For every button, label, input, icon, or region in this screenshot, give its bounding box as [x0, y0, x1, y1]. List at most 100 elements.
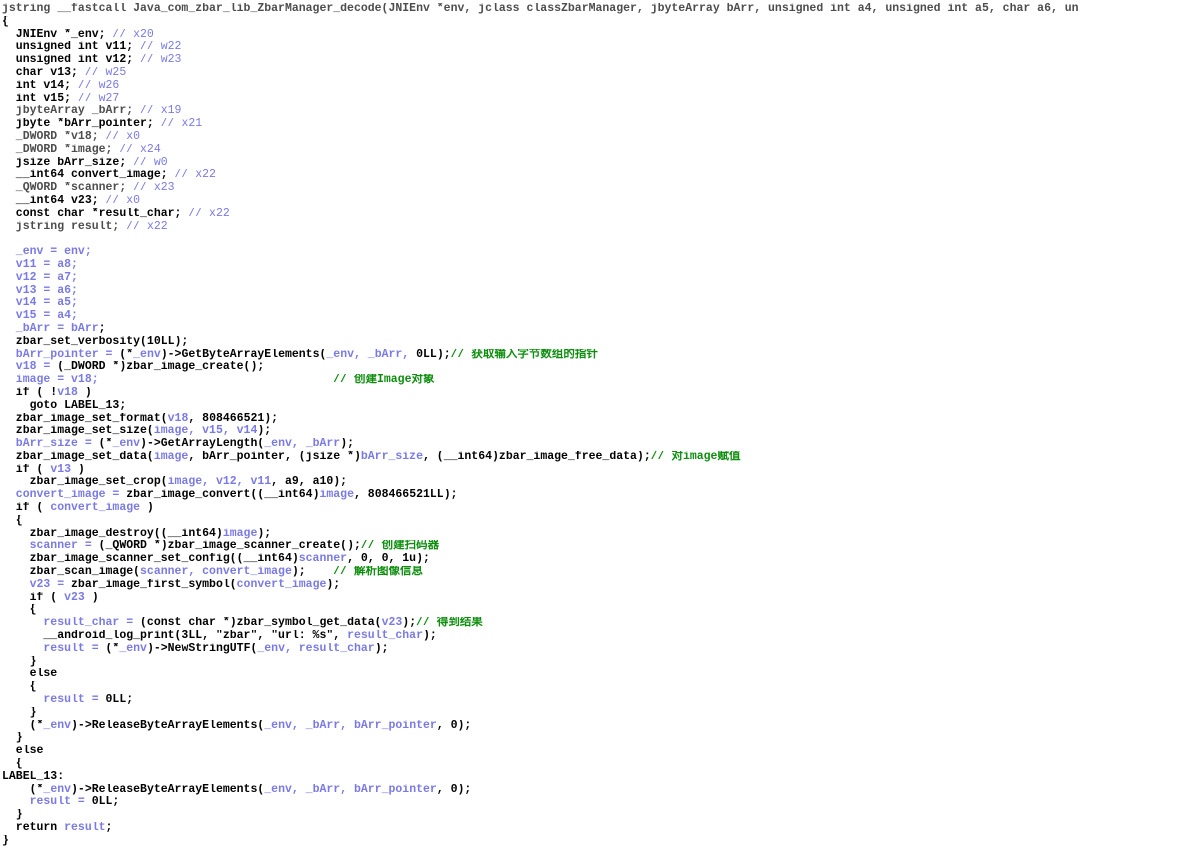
code-line[interactable]: result = 0LL; [2, 694, 1200, 707]
code-line[interactable]: v12 = a7; [2, 272, 1200, 285]
code-token: (* [2, 783, 44, 796]
code-line[interactable]: jstring __fastcall Java_com_zbar_lib_Zba… [2, 3, 1200, 16]
code-line[interactable]: jbyteArray _bArr; // x19 [2, 105, 1200, 118]
code-line[interactable]: zbar_image_scanner_set_config((__int64)s… [2, 553, 1200, 566]
code-line[interactable]: v15 = a4; [2, 310, 1200, 323]
code-token: v18 [57, 386, 78, 399]
code-line[interactable] [2, 233, 1200, 246]
code-line[interactable]: if ( !v18 ) [2, 387, 1200, 400]
code-line[interactable]: unsigned int v11; // w22 [2, 41, 1200, 54]
code-line[interactable]: __int64 v23; // x0 [2, 195, 1200, 208]
code-line[interactable]: LABEL_13: [2, 771, 1200, 784]
code-line[interactable]: zbar_set_verbosity(10LL); [2, 336, 1200, 349]
code-token: { [2, 15, 9, 28]
code-line[interactable]: _DWORD *image; // x24 [2, 144, 1200, 157]
code-token: zbar_image_set_size( [2, 425, 154, 438]
code-line[interactable]: (*_env)->ReleaseByteArrayElements(_env, … [2, 784, 1200, 797]
code-token: 0LL); [409, 348, 451, 361]
code-line[interactable]: _env = env; [2, 246, 1200, 259]
code-line[interactable]: { [2, 16, 1200, 29]
code-line[interactable]: __android_log_print(3LL, "zbar", "url: %… [2, 630, 1200, 643]
code-line[interactable]: if ( v23 ) [2, 592, 1200, 605]
code-line[interactable]: _QWORD *scanner; // x23 [2, 182, 1200, 195]
code-line[interactable]: { [2, 604, 1200, 617]
code-line[interactable]: v11 = a8; [2, 259, 1200, 272]
code-line[interactable]: jbyte *bArr_pointer; // x21 [2, 118, 1200, 131]
code-line[interactable]: _DWORD *v18; // x0 [2, 131, 1200, 144]
code-line[interactable]: scanner = (_QWORD *)zbar_image_scanner_c… [2, 540, 1200, 553]
code-line[interactable]: JNIEnv *_env; // x20 [2, 29, 1200, 42]
code-line[interactable]: if ( convert_image ) [2, 502, 1200, 515]
code-line[interactable]: _bArr = bArr; [2, 323, 1200, 336]
code-token: else [2, 745, 44, 758]
code-token: return [2, 822, 65, 834]
code-line[interactable]: convert_image = zbar_image_convert((__in… [2, 489, 1200, 502]
code-token: jsize bArr_size; [2, 156, 134, 169]
code-line[interactable]: result_char = (const char *)zbar_symbol_… [2, 617, 1200, 630]
code-line[interactable]: bArr_pointer = (*_env)->GetByteArrayElem… [2, 349, 1200, 362]
code-token: (* [2, 719, 44, 732]
code-line[interactable]: unsigned int v12; // w23 [2, 54, 1200, 67]
code-line[interactable]: (*_env)->ReleaseByteArrayElements(_env, … [2, 720, 1200, 733]
code-token: bArr_size [360, 450, 423, 463]
code-token: { [2, 604, 37, 617]
code-token: } [2, 809, 23, 822]
code-comment: // x22 [188, 207, 230, 220]
code-line[interactable]: image = v18; // 创建Image对象 [2, 374, 1200, 387]
code-line[interactable]: } [2, 707, 1200, 720]
code-token: zbar_scan_image( [2, 566, 141, 579]
code-line[interactable]: v23 = zbar_image_first_symbol(convert_im… [2, 579, 1200, 592]
code-token: LABEL_13: [2, 770, 65, 783]
code-line[interactable]: } [2, 809, 1200, 822]
code-token: __android_log_print(3LL, "zbar", "url: %… [2, 630, 348, 643]
code-line[interactable]: return result; [2, 822, 1200, 835]
code-line[interactable]: { [2, 681, 1200, 694]
code-line[interactable]: zbar_image_set_crop(image, v12, v11, a9,… [2, 476, 1200, 489]
code-token: v18 [167, 412, 189, 425]
code-token: JNIEnv *_env; [2, 28, 113, 41]
code-comment: // 创建Image对象 [333, 374, 435, 387]
code-line[interactable]: { [2, 758, 1200, 771]
code-line[interactable]: zbar_scan_image(scanner, convert_image);… [2, 566, 1200, 579]
code-token: _env [43, 719, 72, 732]
code-line[interactable]: v13 = a6; [2, 285, 1200, 298]
code-token: zbar_image_set_data( [2, 450, 154, 463]
code-token: { [2, 514, 23, 527]
code-token: ; [98, 322, 106, 335]
code-line[interactable]: } [2, 732, 1200, 745]
code-line[interactable]: char v13; // w25 [2, 67, 1200, 80]
code-line[interactable]: else [2, 668, 1200, 681]
code-token: } [2, 655, 37, 668]
code-line[interactable]: __int64 convert_image; // x22 [2, 169, 1200, 182]
code-line[interactable]: bArr_size = (*_env)->GetArrayLength(_env… [2, 438, 1200, 451]
code-line[interactable]: v18 = (_DWORD *)zbar_image_create(); [2, 361, 1200, 374]
code-token: if ( ! [2, 386, 58, 399]
code-line[interactable]: else [2, 745, 1200, 758]
code-line[interactable]: result = 0LL; [2, 796, 1200, 809]
code-line[interactable]: if ( v13 ) [2, 464, 1200, 477]
code-line[interactable]: goto LABEL_13; [2, 400, 1200, 413]
code-line[interactable]: { [2, 515, 1200, 528]
code-line[interactable]: v14 = a5; [2, 297, 1200, 310]
code-line[interactable]: } [2, 835, 1200, 848]
code-token: (* [105, 642, 120, 655]
code-line[interactable]: zbar_image_destroy((__int64)image); [2, 528, 1200, 541]
code-token: ) [71, 463, 85, 476]
code-line[interactable]: int v14; // w26 [2, 80, 1200, 93]
code-line[interactable]: jstring result; // x22 [2, 221, 1200, 234]
code-line[interactable]: result = (*_env)->NewStringUTF(_env, res… [2, 643, 1200, 656]
pseudocode-listing[interactable]: jstring __fastcall Java_com_zbar_lib_Zba… [2, 3, 1200, 848]
code-line[interactable]: } [2, 656, 1200, 669]
code-token: , bArr_pointer, (jsize *) [188, 450, 361, 463]
code-token: _env [43, 783, 72, 796]
code-token: )->ReleaseByteArrayElements( [71, 783, 265, 796]
code-token: { [2, 758, 23, 771]
code-line[interactable]: int v15; // w27 [2, 93, 1200, 106]
code-line[interactable]: zbar_image_set_format(v18, 808466521); [2, 413, 1200, 426]
code-token: const char *result_char; [2, 207, 189, 220]
code-line[interactable]: const char *result_char; // x22 [2, 208, 1200, 221]
code-token: result_char [347, 630, 423, 643]
code-line[interactable]: zbar_image_set_size(image, v15, v14); [2, 425, 1200, 438]
code-line[interactable]: jsize bArr_size; // w0 [2, 157, 1200, 170]
code-line[interactable]: zbar_image_set_data(image, bArr_pointer,… [2, 451, 1200, 464]
